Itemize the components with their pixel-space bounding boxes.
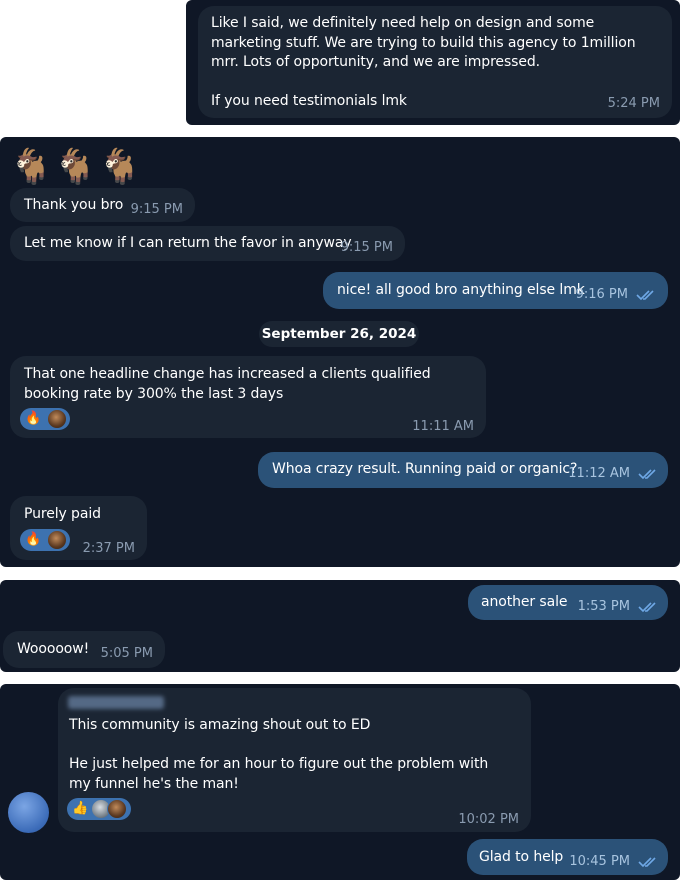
message-time: 9:16 PM: [575, 287, 628, 302]
message-bubble[interactable]: This community is amazing shout out to E…: [58, 688, 531, 832]
message-bubble[interactable]: Thank you bro 9:15 PM: [10, 188, 195, 222]
reactor-avatar: [47, 530, 67, 550]
message-text: Thank you bro: [24, 197, 124, 213]
chat-panel-3: another sale 1:53 PM Wooooow! 5:05 PM: [0, 580, 680, 672]
message-bubble[interactable]: That one headline change has increased a…: [10, 356, 486, 438]
message-text: Whoa crazy result. Running paid or organ…: [272, 461, 578, 477]
fire-emoji-icon: 🔥: [25, 411, 42, 426]
message-time: 9:15 PM: [130, 202, 183, 217]
read-checkmarks-icon: [638, 601, 658, 613]
message-bubble[interactable]: Purely paid 🔥 2:37 PM: [10, 496, 147, 560]
date-separator: September 26, 2024: [259, 321, 419, 347]
thumbs-up-emoji-icon: 👍: [72, 801, 89, 816]
fire-emoji-icon: 🔥: [25, 532, 42, 547]
message-time: 5:05 PM: [100, 646, 153, 661]
message-text: another sale: [481, 594, 568, 610]
message-bubble[interactable]: Whoa crazy result. Running paid or organ…: [258, 452, 668, 488]
reaction-chip[interactable]: 🔥: [20, 529, 70, 551]
message-text: Glad to help: [479, 849, 564, 865]
message-time: 10:45 PM: [569, 854, 630, 869]
sender-avatar[interactable]: [8, 792, 49, 833]
reaction-chip[interactable]: 👍: [67, 798, 131, 820]
message-bubble[interactable]: another sale 1:53 PM: [468, 585, 668, 620]
reactor-avatar: [47, 409, 67, 429]
message-text: Like I said, we definitely need help on …: [211, 15, 636, 109]
message-bubble[interactable]: nice! all good bro anything else lmk 9:1…: [323, 272, 668, 309]
chat-panel-2: 🐐🐐🐐 Thank you bro 9:15 PM Let me know if…: [0, 137, 680, 567]
message-text: This community is amazing shout out to E…: [69, 717, 489, 792]
message-bubble[interactable]: Wooooow! 5:05 PM: [3, 631, 165, 668]
message-time: 2:37 PM: [82, 541, 135, 556]
goat-sticker[interactable]: 🐐🐐🐐: [10, 147, 143, 187]
read-checkmarks-icon: [638, 856, 658, 868]
sender-name-redacted[interactable]: [68, 696, 164, 709]
message-text: nice! all good bro anything else lmk: [337, 282, 585, 298]
message-text: That one headline change has increased a…: [24, 366, 431, 402]
message-text: Wooooow!: [17, 641, 90, 657]
message-time: 5:24 PM: [607, 96, 660, 111]
message-time: 11:12 AM: [568, 466, 630, 481]
chat-panel-4: This community is amazing shout out to E…: [0, 684, 680, 880]
read-checkmarks-icon: [638, 468, 658, 480]
message-bubble[interactable]: Like I said, we definitely need help on …: [198, 6, 672, 118]
chat-panel-1: Like I said, we definitely need help on …: [186, 0, 680, 125]
message-text: Purely paid: [24, 506, 101, 522]
message-time: 10:02 PM: [458, 812, 519, 827]
message-time: 11:11 AM: [412, 419, 474, 434]
message-bubble[interactable]: Let me know if I can return the favor in…: [10, 226, 405, 261]
message-text: Let me know if I can return the favor in…: [24, 235, 352, 251]
message-time: 9:15 PM: [340, 240, 393, 255]
reactor-avatar: [107, 799, 127, 819]
message-time: 1:53 PM: [577, 599, 630, 614]
read-checkmarks-icon: [636, 289, 656, 301]
message-bubble[interactable]: Glad to help 10:45 PM: [467, 839, 668, 875]
reaction-chip[interactable]: 🔥: [20, 408, 70, 430]
